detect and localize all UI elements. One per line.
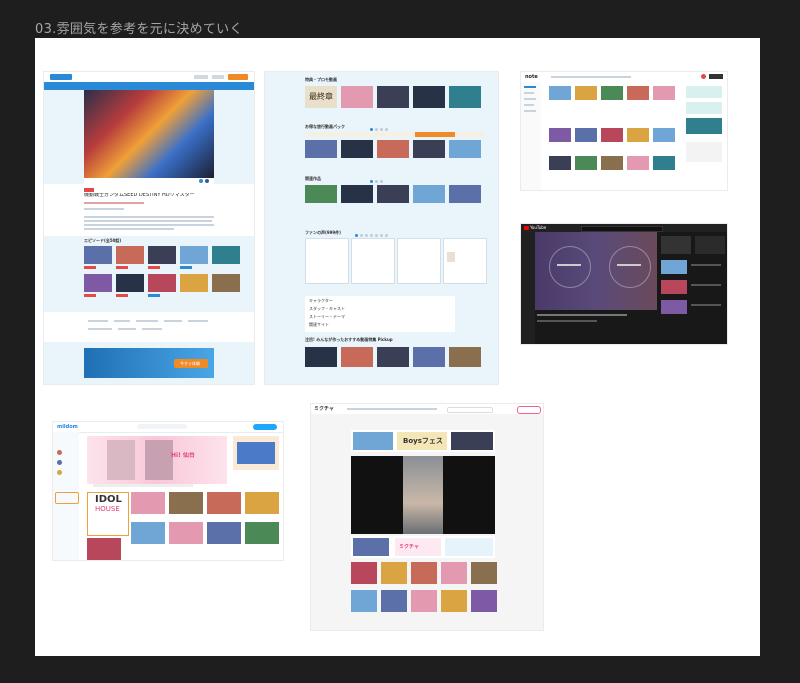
episode-thumb[interactable] [212, 274, 240, 292]
carousel-dots[interactable] [139, 304, 164, 319]
avatar [57, 470, 62, 475]
link-item[interactable]: 関連サイト [309, 322, 329, 327]
promo-thumb[interactable] [449, 86, 481, 108]
search-input[interactable] [137, 424, 187, 429]
hero-title: 機動戦士ガンダムSEED DESTINY HDリマスター [84, 193, 195, 198]
episode-thumb[interactable] [180, 274, 208, 292]
sidebar [521, 232, 535, 344]
link-item[interactable]: ストーリー・テーマ [309, 314, 345, 319]
new-badge [84, 188, 94, 192]
section-title: 関連作品 [305, 176, 321, 181]
reference-mildom-page[interactable]: mildom Hi! 仙台 IDOL HOUSE [53, 422, 283, 560]
reference-anime-detail-page[interactable]: 機動戦士ガンダムSEED DESTINY HDリマスター エピソード(全50話) [44, 72, 254, 384]
section-title: 特典・プロモ動画 [305, 77, 337, 82]
section-title: ファンの声(999件) [305, 230, 342, 235]
episode-thumb[interactable] [148, 274, 176, 292]
logo: ミクチャ [314, 406, 334, 412]
post-button[interactable] [709, 74, 723, 79]
promo-thumb[interactable] [413, 86, 445, 108]
signup-button[interactable] [228, 74, 248, 80]
episode-thumb[interactable] [148, 246, 176, 264]
nav-link[interactable] [194, 75, 208, 79]
login-button[interactable] [517, 406, 541, 414]
avatar [57, 460, 62, 465]
avatar [57, 450, 62, 455]
promo-thumb[interactable] [341, 86, 373, 108]
episode-thumb[interactable] [116, 274, 144, 292]
hero-key-visual [84, 90, 214, 178]
tag-area [44, 312, 254, 342]
episode-thumb[interactable] [84, 246, 112, 264]
reference-youtube-dark-page[interactable]: YouTube [521, 224, 727, 344]
moodboard: 機動戦士ガンダムSEED DESTINY HDリマスター エピソード(全50話) [35, 38, 760, 656]
reference-promo-sections-page[interactable]: 特典・プロモ動画 最終章 お得な旅行動画パック 関連作品 ファンの声(999件) [265, 72, 498, 384]
search-input[interactable] [447, 407, 493, 413]
share-icon[interactable] [205, 179, 209, 183]
nav-bar [44, 82, 254, 90]
logo [50, 74, 72, 80]
section-title: お得な旅行動画パック [305, 124, 345, 129]
review-card[interactable] [351, 238, 395, 284]
canvas-title: 03.雰囲気を参考を元に決めていく [35, 22, 243, 37]
logo: note [525, 74, 538, 80]
reference-mixchannel-page[interactable]: ミクチャ Boysフェス ミクチャ [311, 404, 543, 630]
link-item[interactable]: スタッフ・キャスト [309, 306, 345, 311]
section-episodes: エピソード(全50話) [84, 238, 122, 243]
avatar[interactable] [701, 74, 706, 79]
promo-thumb[interactable] [377, 86, 409, 108]
logo: mildom [57, 424, 78, 430]
section-title: 注目! みんなが作ったおすすめ動画特集 Pickup [305, 337, 393, 342]
episode-thumb[interactable] [84, 274, 112, 292]
review-card[interactable] [305, 238, 349, 284]
episode-thumb[interactable] [180, 246, 208, 264]
episode-thumb[interactable] [116, 246, 144, 264]
youtube-logo-icon[interactable] [524, 226, 529, 230]
login-button[interactable] [253, 424, 277, 430]
episode-thumb[interactable] [212, 246, 240, 264]
reference-note-page[interactable]: note [521, 72, 727, 190]
review-card[interactable] [397, 238, 441, 284]
share-icon[interactable] [199, 179, 203, 183]
nav-link[interactable] [212, 75, 224, 79]
link-item[interactable]: キャラクター [309, 298, 333, 303]
